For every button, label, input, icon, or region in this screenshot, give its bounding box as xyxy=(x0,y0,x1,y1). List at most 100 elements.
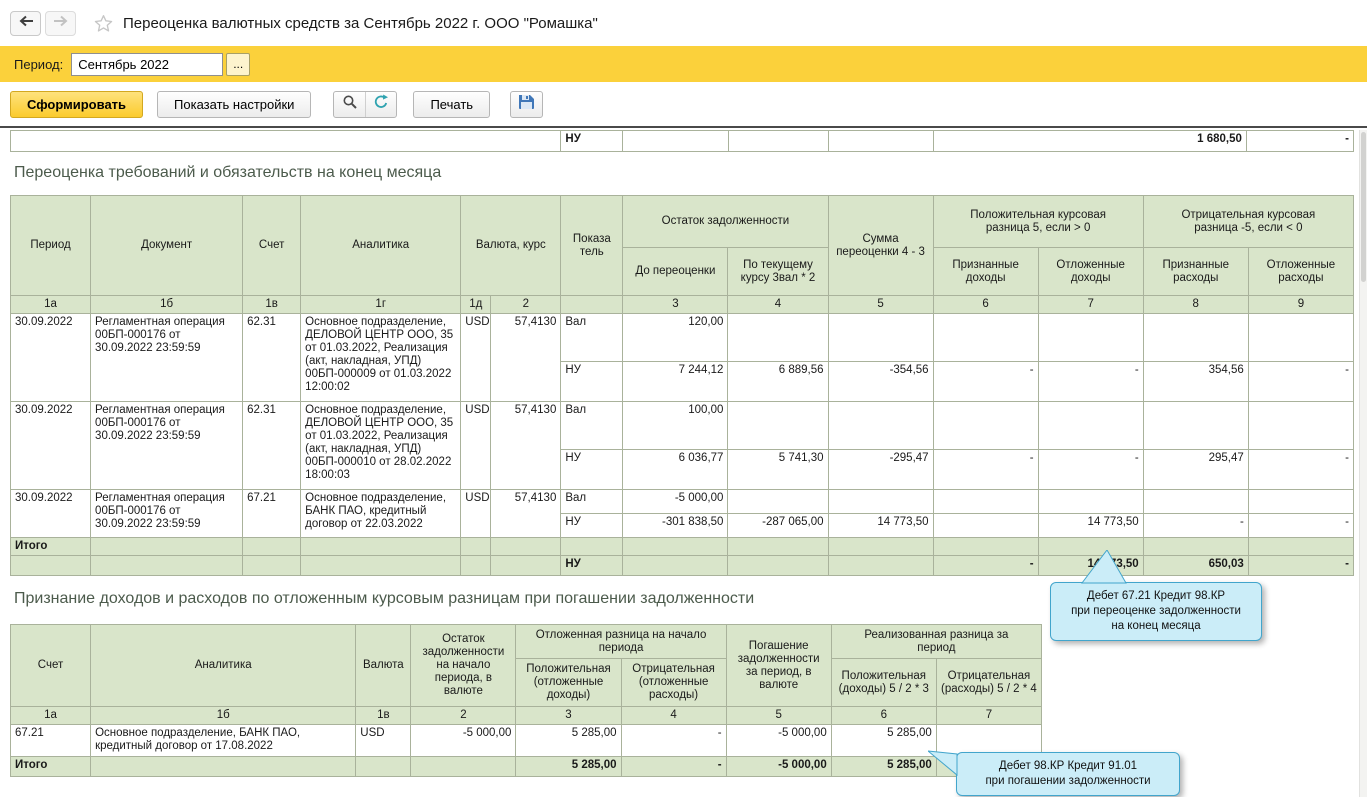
cell-current xyxy=(728,314,828,362)
header-revaluation-sum: Сумма переоценки 4 - 3 xyxy=(828,196,933,296)
colnum: 7 xyxy=(1038,296,1143,314)
callout-pointer-icon xyxy=(928,749,958,777)
total-indicator: НУ xyxy=(561,556,623,576)
cell-analytics: Основное подразделение, ДЕЛОВОЙ ЦЕНТР ОО… xyxy=(301,402,461,490)
cell-rate: 57,4130 xyxy=(491,490,561,538)
header-def-pos: Положительная (отложенные доходы) xyxy=(516,659,621,707)
cell-pos-deferred xyxy=(1038,314,1143,362)
callout-line: Дебет 67.21 Кредит 98.КР xyxy=(1055,589,1257,604)
total-neg-deferred: - xyxy=(1248,556,1353,576)
cell-indicator: Вал xyxy=(561,314,623,362)
report-area: НУ 1 680,50 - Переоценка требований и об… xyxy=(0,128,1367,797)
cell-empty xyxy=(728,131,828,152)
cell-analytics: Основное подразделение, ДЕЛОВОЙ ЦЕНТР ОО… xyxy=(301,314,461,402)
search-icon xyxy=(342,94,358,115)
cell-before: 6 036,77 xyxy=(623,450,728,490)
header-repayment: Погашение задолженности за период, в вал… xyxy=(726,625,831,707)
cell-before: -301 838,50 xyxy=(623,514,728,538)
cell-empty xyxy=(728,556,828,576)
period-more-button[interactable]: ... xyxy=(226,53,250,76)
total-def-neg: - xyxy=(621,757,726,777)
colnum: 4 xyxy=(621,707,726,725)
cell-indicator: НУ xyxy=(561,131,623,152)
cell-document: Регламентная операция 00БП-000176 от 30.… xyxy=(91,490,243,538)
search-button[interactable] xyxy=(334,92,365,117)
cell-currency: USD xyxy=(461,314,491,402)
cell-empty xyxy=(828,131,933,152)
cell-current: 6 889,56 xyxy=(728,362,828,402)
header-period: Период xyxy=(11,196,91,296)
cell-def-neg: - xyxy=(621,725,726,757)
revaluation-table: Период Документ Счет Аналитика Валюта, к… xyxy=(10,195,1354,576)
scrollbar-thumb[interactable] xyxy=(1361,132,1366,282)
header-account: Счет xyxy=(243,196,301,296)
cell-empty xyxy=(91,757,356,777)
cell-empty xyxy=(243,538,301,556)
callout-line: Дебет 98.КР Кредит 91.01 xyxy=(961,759,1175,774)
colnum: 3 xyxy=(516,707,621,725)
cell-sum: 14 773,50 xyxy=(828,514,933,538)
print-button[interactable]: Печать xyxy=(413,91,490,118)
previous-table-total-row: НУ 1 680,50 - xyxy=(10,130,1354,152)
total-real-pos: 5 285,00 xyxy=(831,757,936,777)
cell-before: 100,00 xyxy=(623,402,728,450)
cell-indicator: Вал xyxy=(561,402,623,450)
cell-empty xyxy=(728,538,828,556)
header-positive-group: Положительная курсовая разница 5, если >… xyxy=(933,196,1143,248)
callout-line: при переоценке задолженности xyxy=(1055,604,1257,619)
cell-before: 120,00 xyxy=(623,314,728,362)
cell-sum xyxy=(828,402,933,450)
generate-button[interactable]: Сформировать xyxy=(10,91,143,118)
colnum: 1г xyxy=(301,296,461,314)
cell-empty xyxy=(623,538,728,556)
report-window: Переоценка валютных средств за Сентябрь … xyxy=(0,0,1367,797)
colnum: 5 xyxy=(828,296,933,314)
colnum: 6 xyxy=(933,296,1038,314)
colnum: 4 xyxy=(728,296,828,314)
colnum: 1д xyxy=(461,296,491,314)
colnum: 2 xyxy=(411,707,516,725)
back-arrow-icon xyxy=(18,14,34,32)
cell-before: -5 000,00 xyxy=(623,490,728,514)
cell-current: 5 741,30 xyxy=(728,450,828,490)
vertical-scrollbar[interactable] xyxy=(1359,130,1367,797)
cell-document: Регламентная операция 00БП-000176 от 30.… xyxy=(91,402,243,490)
cell-empty xyxy=(301,538,461,556)
cell-account: 62.31 xyxy=(243,314,301,402)
colnum: 6 xyxy=(831,707,936,725)
cell-real-pos: 5 285,00 xyxy=(831,725,936,757)
cell-empty xyxy=(1248,538,1353,556)
window-header: Переоценка валютных средств за Сентябрь … xyxy=(0,0,1367,46)
colnum: 1а xyxy=(11,296,91,314)
favorite-star-icon[interactable] xyxy=(94,14,113,33)
callout-revaluation-posting: Дебет 67.21 Кредит 98.КР при переоценке … xyxy=(1050,582,1262,641)
header-analytics: Аналитика xyxy=(91,625,356,707)
refresh-icon xyxy=(373,94,389,115)
cell-sum xyxy=(828,314,933,362)
save-button[interactable] xyxy=(510,91,543,118)
cell-empty xyxy=(623,556,728,576)
show-settings-button[interactable]: Показать настройки xyxy=(157,91,311,118)
header-real-pos: Положительная (доходы) 5 / 2 * 3 xyxy=(831,659,936,707)
cell-pos-recognized: - xyxy=(933,450,1038,490)
cell-neg-recognized: 354,56 xyxy=(1143,362,1248,402)
header-real-neg: Отрицательная (расходы) 5 / 2 * 4 xyxy=(936,659,1041,707)
cell-neg-deferred: - xyxy=(1248,514,1353,538)
header-currency-rate: Валюта, курс xyxy=(461,196,561,296)
period-input[interactable] xyxy=(71,53,223,76)
cell-empty xyxy=(461,538,491,556)
refresh-button[interactable] xyxy=(365,92,396,117)
callout-line: при погашении задолженности xyxy=(961,774,1175,789)
back-button[interactable] xyxy=(10,11,41,36)
cell-neg-deferred: - xyxy=(1248,450,1353,490)
cell-income-total: 1 680,50 xyxy=(933,131,1246,152)
toolbar: Сформировать Показать настройки Печать xyxy=(0,82,1367,126)
cell-indicator: НУ xyxy=(561,450,623,490)
colnum: 9 xyxy=(1248,296,1353,314)
header-negative-group: Отрицательная курсовая разница -5, если … xyxy=(1143,196,1353,248)
cell-empty xyxy=(623,131,728,152)
header-deferred-group: Отложенная разница на начало периода xyxy=(516,625,726,659)
cell-current xyxy=(728,402,828,450)
cell-analytics: Основное подразделение, БАНК ПАО, кредит… xyxy=(91,725,356,757)
forward-button[interactable] xyxy=(45,11,76,36)
